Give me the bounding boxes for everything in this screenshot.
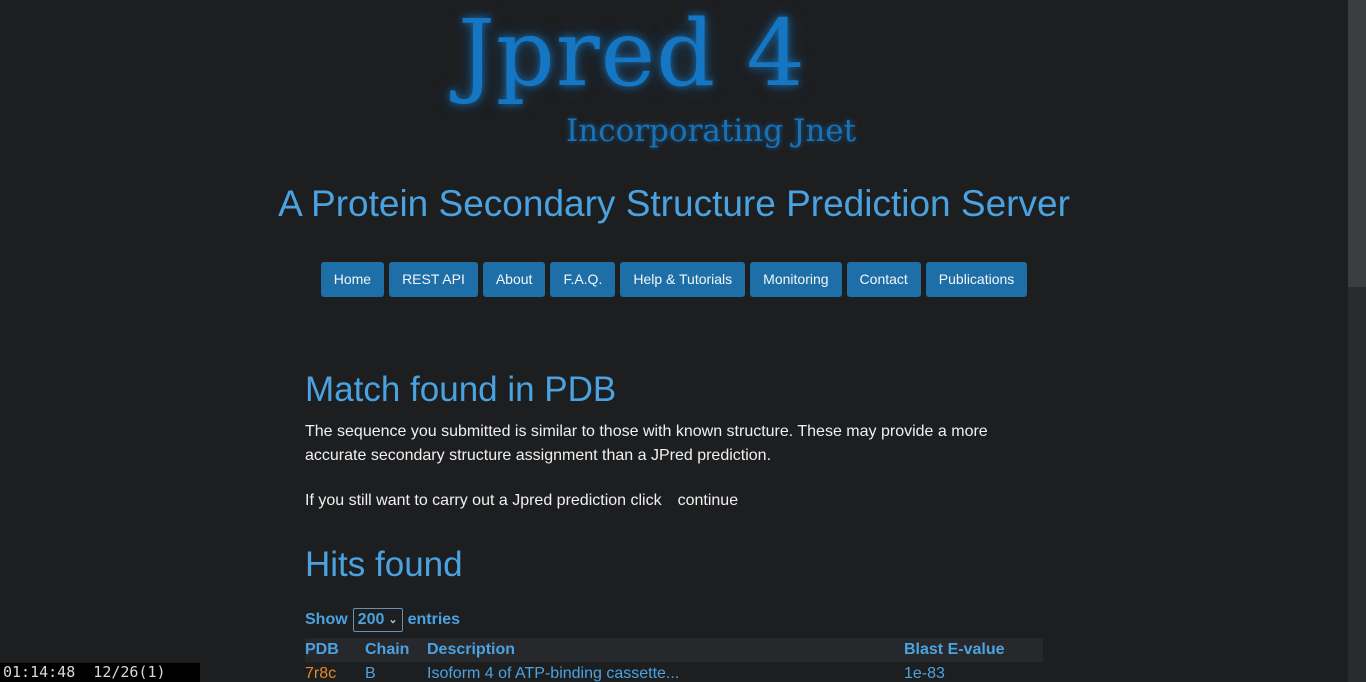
column-header-description[interactable]: Description (427, 638, 904, 662)
nav-contact-button[interactable]: Contact (846, 262, 921, 297)
terminal-status-line: 01:14:48 12/26(1) (0, 663, 200, 682)
evalue-cell: 1e-83 (904, 665, 945, 682)
hits-table: PDB Chain Description Blast E-value 7r8c… (305, 638, 1043, 682)
hits-heading: Hits found (305, 545, 463, 584)
column-header-chain[interactable]: Chain (365, 638, 427, 662)
column-header-pdb[interactable]: PDB (305, 638, 365, 662)
pdb-id-link[interactable]: 7r8c (305, 662, 365, 682)
continue-prompt: If you still want to carry out a Jpred p… (305, 489, 1035, 513)
continue-link[interactable]: continue (678, 492, 739, 509)
table-row: 7r8c B Isoform 4 of ATP-binding cassette… (305, 662, 1043, 682)
show-label: Show (305, 611, 348, 628)
entries-select-value: 200 (357, 611, 385, 628)
scrollbar-thumb[interactable] (1348, 0, 1366, 287)
nav-rest-api-button[interactable]: REST API (389, 262, 478, 297)
entries-length-control: Show 200 ⌄ entries (305, 608, 460, 632)
nav-home-button[interactable]: Home (320, 262, 385, 297)
nav-publications-button[interactable]: Publications (925, 262, 1028, 297)
main-nav: Home REST API About F.A.Q. Help & Tutori… (0, 262, 1348, 297)
page-title: A Protein Secondary Structure Prediction… (278, 183, 1070, 224)
nav-faq-button[interactable]: F.A.Q. (550, 262, 616, 297)
jpred-logo[interactable]: Jpred 4 Incorporating Jnet (458, 8, 898, 158)
logo-subtitle: Incorporating Jnet (566, 113, 857, 149)
page: Jpred 4 Incorporating Jnet A Protein Sec… (0, 0, 1366, 682)
nav-monitoring-button[interactable]: Monitoring (750, 262, 842, 297)
match-heading: Match found in PDB (305, 370, 617, 409)
entries-select[interactable]: 200 ⌄ (352, 608, 403, 632)
chevron-down-icon: ⌄ (388, 614, 398, 626)
description-link[interactable]: Isoform 4 of ATP-binding cassette... (427, 662, 904, 682)
column-header-blast-evalue[interactable]: Blast E-value (904, 638, 1043, 662)
nav-about-button[interactable]: About (482, 262, 546, 297)
match-description: The sequence you submitted is similar to… (305, 423, 988, 464)
vertical-scrollbar[interactable] (1348, 0, 1366, 682)
table-header: PDB Chain Description Blast E-value (305, 638, 1043, 662)
continue-prompt-text: If you still want to carry out a Jpred p… (305, 492, 662, 509)
chain-cell: B (365, 665, 376, 682)
logo-title: Jpred 4 (458, 0, 806, 107)
nav-help-tutorials-button[interactable]: Help & Tutorials (620, 262, 746, 297)
entries-label: entries (407, 611, 461, 628)
